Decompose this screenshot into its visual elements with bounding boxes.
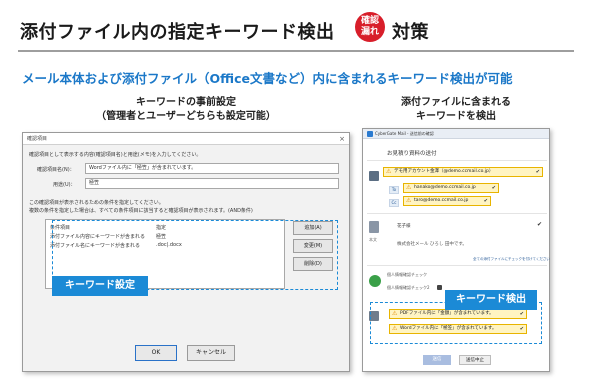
check-icon: ✔	[491, 185, 496, 191]
to-chip[interactable]: ⚠ hanako@demo.ccmail.co.jp ✔	[403, 183, 499, 193]
to-label: To	[389, 186, 399, 194]
send-button[interactable]: 送信	[423, 355, 451, 365]
keyword-detect-tag: キーワード検出	[445, 290, 537, 310]
name-label: 確認項目名(N)：	[37, 167, 75, 173]
document-icon	[369, 221, 379, 233]
cc-chip[interactable]: ⚠ taro@demo.ccmail.co.jp ✔	[403, 196, 491, 206]
keyword-setting-tag: キーワード設定	[52, 276, 148, 296]
warning-icon: ⚠	[386, 168, 392, 175]
dialog-instruction: 確認項目として表示する内容(確認項目名)と用途(メモ)を入力してください。	[29, 152, 202, 158]
mail-titlebar: CyberGate Mail - 送信前の確認	[363, 129, 549, 139]
sender-icon	[369, 171, 379, 181]
right-caption-line-1: 添付ファイルに含まれる	[401, 97, 511, 108]
subtitle: メール本体および添付ファイル（Office文書など）内に含まれるキーワード検出が…	[22, 71, 513, 86]
sender-text: デモ用アカウント金澤（@demo.ccmail.co.jp）	[394, 169, 494, 174]
close-icon[interactable]: ×	[339, 133, 345, 145]
to-address: hanako@demo.ccmail.co.jp	[414, 185, 476, 190]
kakunin-more-badge: 確認 漏れ	[355, 12, 385, 42]
memo-label: 用途(U)：	[53, 182, 76, 188]
ok-button[interactable]: OK	[135, 345, 177, 361]
cancel-button[interactable]: キャンセル	[187, 345, 235, 361]
body-check-icon[interactable]: ✔	[537, 221, 547, 229]
memo-field[interactable]: 極笠	[85, 178, 339, 189]
dialog-title: 確認項目	[27, 136, 48, 142]
subject-divider	[367, 160, 547, 161]
attach-note: 全ての添付ファイルにチェックを付けてください	[473, 257, 550, 261]
header-divider	[367, 213, 547, 214]
check-icon: ✔	[535, 169, 540, 175]
shield-check-icon	[369, 275, 381, 287]
warning-icon: ⚠	[406, 184, 412, 191]
title-left: 添付ファイル内の指定キーワード検出	[20, 22, 335, 43]
left-caption-line-2: （管理者とユーザーどちらも設定可能）	[96, 111, 276, 122]
right-caption-line-2: キーワードを検出	[416, 111, 496, 122]
left-caption-line-1: キーワードの事前設定	[136, 97, 236, 108]
right-caption: 添付ファイルに含まれる キーワードを検出	[386, 96, 526, 124]
badge-line-2: 漏れ	[360, 27, 379, 37]
lock-icon	[437, 285, 442, 290]
cc-address: taro@demo.ccmail.co.jp	[414, 198, 469, 203]
check-icon: ✔	[483, 198, 488, 204]
badge-line-1: 確認	[360, 16, 379, 26]
attach-line-1: 個人情報確認チェック	[387, 272, 427, 277]
left-caption: キーワードの事前設定 （管理者とユーザーどちらも設定可能）	[86, 96, 286, 124]
attach-line-2: 個人情報確認チェック2	[387, 285, 430, 290]
dialog-titlebar: 確認項目 ×	[23, 133, 349, 145]
condition-note-2: 複数の条件を指定した場合は、すべての条件項目に該当すると確認項目が表示されます。…	[29, 208, 253, 214]
body-line-1: 花子様	[397, 224, 411, 229]
cc-label: Cc	[389, 199, 399, 207]
mail-title: CyberGate Mail - 送信前の確認	[375, 131, 434, 136]
warning-icon: ⚠	[406, 197, 412, 204]
header-rule	[18, 50, 574, 52]
sender-chip[interactable]: ⚠ デモ用アカウント金澤（@demo.ccmail.co.jp） ✔	[383, 167, 543, 177]
body-line-2: 株式会社メール ひろし 田中です。	[397, 242, 467, 247]
app-icon	[367, 131, 373, 137]
condition-note-1: この確認項目が表示されるための条件を指定してください。	[29, 200, 164, 206]
title-right: 対策	[392, 22, 429, 43]
stop-sending-button[interactable]: 送信中止	[459, 355, 491, 365]
body-divider	[367, 265, 547, 266]
mail-subject: お見積り資料の送付	[387, 151, 437, 157]
body-label: 本文	[369, 237, 377, 242]
name-field[interactable]: Wordファイル内に「極笠」が含まれています。	[85, 163, 339, 174]
